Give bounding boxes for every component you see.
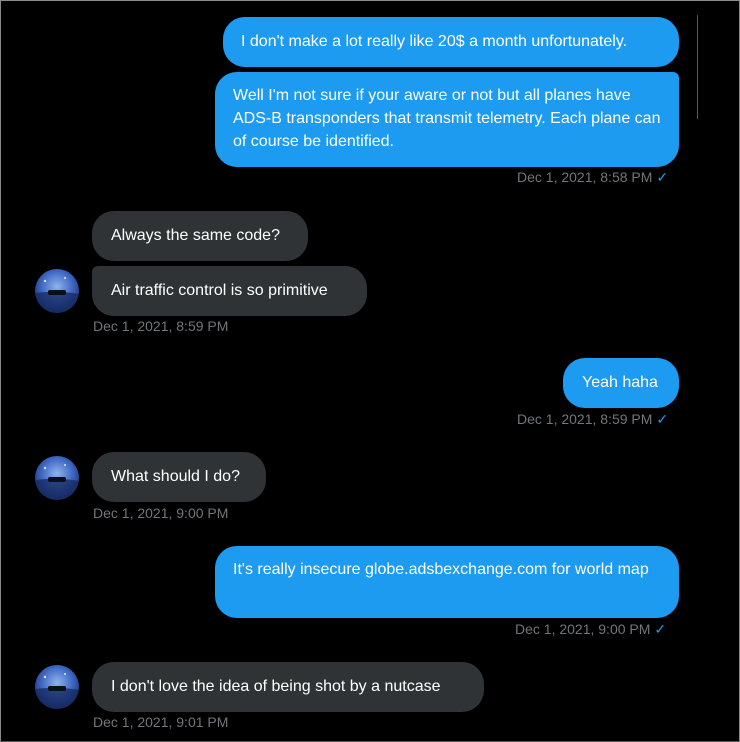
message-text: Well I'm not sure if your aware or not b… <box>233 87 661 150</box>
message-incoming[interactable]: Always the same code? <box>92 211 308 261</box>
message-timestamp: Dec 1, 2021, 8:59 PM <box>93 318 229 334</box>
user-avatar-icon[interactable] <box>35 269 79 313</box>
message-text: I don't love the idea of being shot by a… <box>111 678 441 695</box>
message-text: Always the same code? <box>111 227 280 244</box>
message-timestamp: Dec 1, 2021, 8:59 PM ✓ <box>517 411 669 427</box>
user-avatar-icon[interactable] <box>35 665 79 709</box>
scrollbar[interactable] <box>697 15 698 119</box>
conversation-panel: I don't make a lot really like 20$ a mon… <box>0 0 740 742</box>
message-timestamp: Dec 1, 2021, 8:58 PM ✓ <box>517 169 669 185</box>
message-incoming[interactable]: What should I do? <box>92 452 266 502</box>
message-outgoing[interactable]: Yeah haha <box>563 358 679 408</box>
message-text: It's really insecure globe.adsbexchange.… <box>233 561 649 578</box>
message-timestamp: Dec 1, 2021, 9:00 PM ✓ <box>515 621 667 637</box>
message-timestamp: Dec 1, 2021, 9:00 PM <box>93 505 229 521</box>
message-outgoing[interactable]: It's really insecure globe.adsbexchange.… <box>215 546 679 618</box>
message-incoming[interactable]: I don't love the idea of being shot by a… <box>92 662 484 712</box>
checkmark-icon: ✓ <box>656 411 669 427</box>
message-outgoing[interactable]: I don't make a lot really like 20$ a mon… <box>223 17 679 67</box>
message-text: I don't make a lot really like 20$ a mon… <box>241 33 628 50</box>
message-text: Yeah haha <box>582 374 658 391</box>
message-incoming[interactable]: Air traffic control is so primitive <box>92 266 367 316</box>
message-text: Air traffic control is so primitive <box>111 282 328 299</box>
user-avatar-icon[interactable] <box>35 456 79 500</box>
message-outgoing[interactable]: Well I'm not sure if your aware or not b… <box>215 72 679 167</box>
checkmark-icon: ✓ <box>656 169 669 185</box>
message-timestamp: Dec 1, 2021, 9:01 PM <box>93 714 229 730</box>
message-text: What should I do? <box>111 468 240 485</box>
checkmark-icon: ✓ <box>654 621 667 637</box>
